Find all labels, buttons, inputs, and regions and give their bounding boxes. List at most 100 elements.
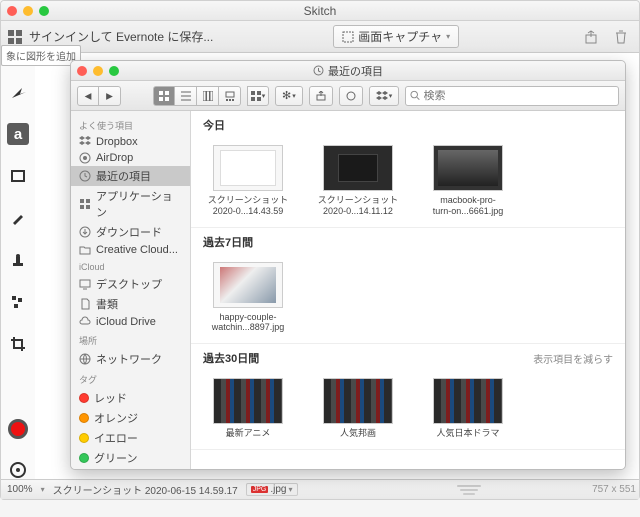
list-view-button[interactable] <box>175 86 197 106</box>
app-toolbar: サインインして Evernote に保存... 画面キャプチャ ▾ <box>1 21 639 53</box>
sidebar-item-creative-cloud-[interactable]: Creative Cloud... <box>71 242 190 258</box>
zoom-level[interactable]: 100% <box>7 484 33 495</box>
sidebar-item--[interactable]: 最近の項目 <box>71 166 190 186</box>
back-button[interactable]: ◂ <box>77 86 99 106</box>
stroke-width-tool[interactable] <box>7 459 29 481</box>
finder-body: よく使う項目 Dropbox AirDrop 最近の項目アプリケーションダウンロード… <box>71 111 625 469</box>
icon-view-button[interactable] <box>153 86 175 106</box>
search-field-wrap <box>405 86 619 106</box>
sidebar-item-label: 書類 <box>96 296 118 312</box>
file-item[interactable]: 人気邦画 <box>313 378 403 439</box>
finder-titlebar: 最近の項目 <box>71 61 625 81</box>
tag-label: グリーン <box>94 450 137 466</box>
grid-icon[interactable] <box>7 29 23 45</box>
tag-dot-icon <box>79 393 89 403</box>
nav-buttons: ◂ ▸ <box>77 86 121 106</box>
tag-label: オレンジ <box>94 410 138 426</box>
signin-label[interactable]: サインインして Evernote に保存... <box>29 28 213 45</box>
file-item[interactable]: macbook-pro-turn-on...6661.jpg <box>423 145 513 217</box>
file-item[interactable]: 最新アニメ <box>203 378 293 439</box>
group-by-button[interactable]: ▾ <box>247 86 269 106</box>
sidebar-item-label: ネットワーク <box>96 351 162 367</box>
group-title: 今日 <box>203 117 225 133</box>
tag-item-ブルー[interactable]: ブルー <box>71 468 190 469</box>
file-format-selector[interactable]: JPG .jpg ▾ <box>246 483 298 496</box>
chevron-down-icon: ▾ <box>288 485 292 494</box>
jpg-badge-icon: JPG <box>251 486 269 493</box>
finder-toolbar: ◂ ▸ ▾ ✻▾ ▾ <box>71 81 625 111</box>
arrow-tool[interactable] <box>7 81 29 103</box>
color-picker[interactable] <box>8 419 28 439</box>
sidebar-item-label: iCloud Drive <box>96 316 156 328</box>
view-mode-segmented <box>153 86 241 106</box>
drag-handle[interactable] <box>457 485 481 495</box>
pen-tool[interactable] <box>7 207 29 229</box>
screen-capture-button[interactable]: 画面キャプチャ ▾ <box>333 25 459 48</box>
dimensions-note: 757 x 551 <box>592 484 636 495</box>
sidebar-item--[interactable]: ネットワーク <box>71 349 190 369</box>
status-filename: スクリーンショット 2020-06-15 14.59.17 <box>53 482 238 497</box>
forward-button[interactable]: ▸ <box>99 86 121 106</box>
file-group: 今日スクリーンショット2020-0...14.43.59 スクリーンショット202… <box>191 111 625 228</box>
airdrop-icon <box>79 152 91 164</box>
desktop-icon <box>79 278 91 290</box>
sidebar-item--[interactable]: アプリケーション <box>71 186 190 222</box>
gallery-view-button[interactable] <box>219 86 241 106</box>
group-arrange-segmented: ▾ <box>247 86 269 106</box>
finder-title: 最近の項目 <box>71 63 625 79</box>
pixelate-tool[interactable] <box>7 291 29 313</box>
sidebar-item-label: AirDrop <box>96 152 133 164</box>
group-title: 過去30日間 <box>203 350 259 366</box>
app-titlebar: Skitch <box>1 1 639 21</box>
group-title: 過去7日間 <box>203 234 253 250</box>
sidebar-item-dropbox[interactable]: Dropbox <box>71 134 190 150</box>
file-item[interactable]: happy-couple-watchin...8897.jpg <box>203 262 293 334</box>
tag-dot-icon <box>79 413 89 423</box>
file-item[interactable]: スクリーンショット2020-0...14.11.12 <box>313 145 403 217</box>
tag-item-グリーン[interactable]: グリーン <box>71 448 190 468</box>
share-button[interactable] <box>579 26 603 48</box>
file-caption: 最新アニメ <box>226 428 271 439</box>
finder-sidebar: よく使う項目 Dropbox AirDrop 最近の項目アプリケーションダウンロード… <box>71 111 191 469</box>
file-ext-label: .jpg <box>270 484 286 495</box>
finder-content[interactable]: 今日スクリーンショット2020-0...14.43.59 スクリーンショット202… <box>191 111 625 469</box>
sidebar-item-label: ダウンロード <box>96 224 162 240</box>
share-menu-button[interactable] <box>309 86 333 106</box>
tags-menu-button[interactable] <box>339 86 363 106</box>
tag-item-オレンジ[interactable]: オレンジ <box>71 408 190 428</box>
sidebar-item-label: デスクトップ <box>96 276 162 292</box>
sidebar-item--[interactable]: ダウンロード <box>71 222 190 242</box>
file-item[interactable]: 人気日本ドラマ <box>423 378 513 439</box>
tag-dot-icon <box>79 433 89 443</box>
file-item[interactable]: スクリーンショット2020-0...14.43.59 <box>203 145 293 217</box>
apps-icon <box>79 198 91 210</box>
rect-tool[interactable] <box>7 165 29 187</box>
trash-button[interactable] <box>609 26 633 48</box>
sidebar-head-tags: タグ <box>71 369 190 388</box>
crop-tool[interactable] <box>7 333 29 355</box>
file-caption: happy-couple-watchin...8897.jpg <box>212 312 285 334</box>
search-input[interactable] <box>424 90 614 102</box>
text-tool[interactable]: a <box>7 123 29 145</box>
recents-icon <box>79 170 91 182</box>
chevron-down-icon[interactable]: ▾ <box>41 485 45 494</box>
stamp-tool[interactable] <box>7 249 29 271</box>
tool-rail: a <box>1 61 35 481</box>
recents-icon <box>313 65 324 76</box>
show-less-button[interactable]: 表示項目を減らす <box>533 351 613 366</box>
tag-item-レッド[interactable]: レッド <box>71 388 190 408</box>
column-view-button[interactable] <box>197 86 219 106</box>
sidebar-head-icloud: iCloud <box>71 258 190 274</box>
sidebar-head-favorites: よく使う項目 <box>71 115 190 134</box>
icloud-icon <box>79 316 91 328</box>
dropbox-icon <box>79 136 91 148</box>
docs-icon <box>79 298 91 310</box>
dropbox-menu-button[interactable]: ▾ <box>369 86 400 106</box>
action-menu-button[interactable]: ✻▾ <box>275 86 303 106</box>
sidebar-item-icloud-drive[interactable]: iCloud Drive <box>71 314 190 330</box>
sidebar-item--[interactable]: デスクトップ <box>71 274 190 294</box>
file-caption: スクリーンショット2020-0...14.43.59 <box>208 195 289 217</box>
sidebar-item--[interactable]: 書類 <box>71 294 190 314</box>
sidebar-item-airdrop[interactable]: AirDrop <box>71 150 190 166</box>
tag-item-イエロー[interactable]: イエロー <box>71 428 190 448</box>
